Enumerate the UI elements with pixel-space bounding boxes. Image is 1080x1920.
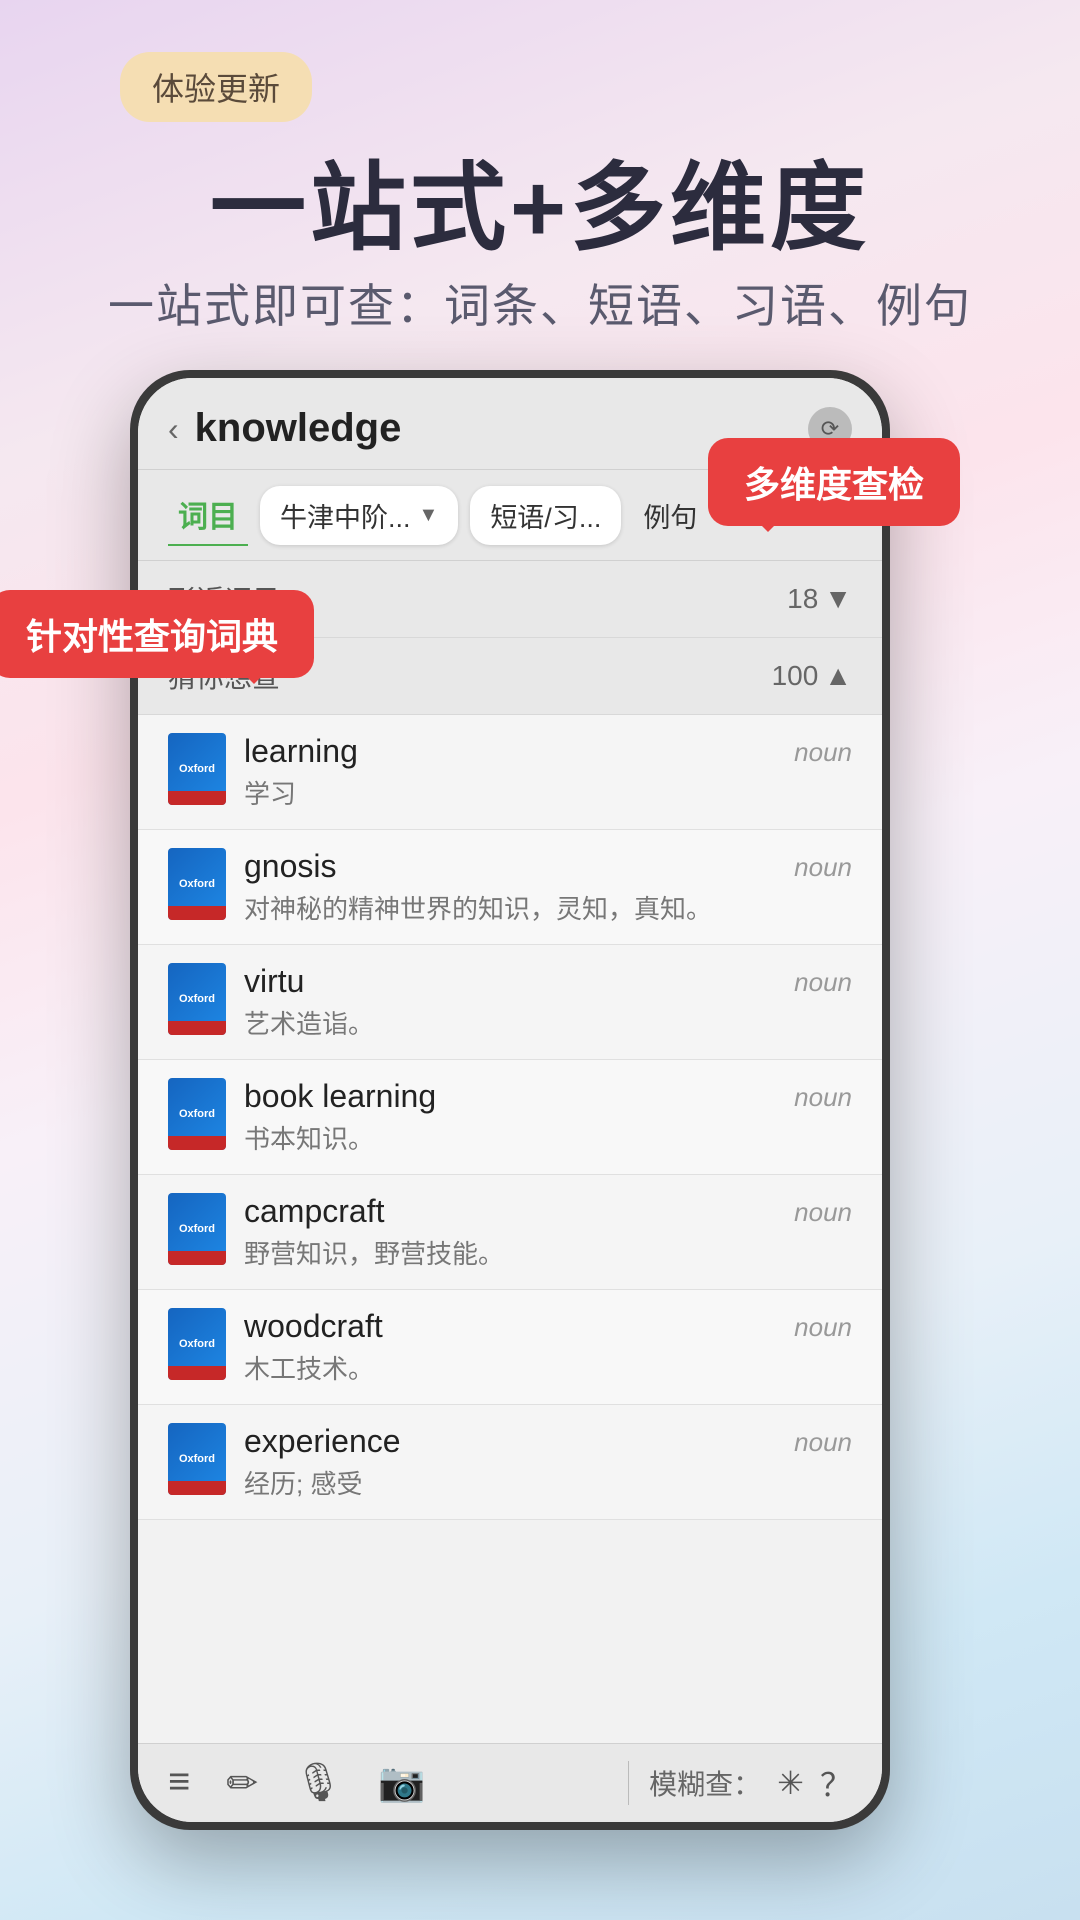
dict-icon-text-campcraft: Oxford	[179, 1223, 215, 1235]
dict-icon-text-virtu: Oxford	[179, 993, 215, 1005]
dict-icon-text-experience: Oxford	[179, 1453, 215, 1465]
word-item-experience[interactable]: Oxford experience 经历; 感受 noun	[138, 1405, 882, 1520]
word-name-learning: learning	[244, 733, 852, 770]
word-name-virtu: virtu	[244, 963, 852, 1000]
dict-icon-gnosis: Oxford	[168, 848, 226, 920]
word-zh-gnosis: 对神秘的精神世界的知识，灵知，真知。	[244, 889, 852, 926]
dict-icon-campcraft: Oxford	[168, 1193, 226, 1265]
dict-icon-woodcraft: Oxford	[168, 1308, 226, 1380]
toolbar-right: 模糊查： ✳ ？	[649, 1760, 852, 1806]
search-word-text: knowledge	[195, 406, 792, 451]
word-info-virtu: virtu 艺术造诣。	[244, 963, 852, 1041]
word-item-campcraft[interactable]: Oxford campcraft 野营知识，野营技能。 noun	[138, 1175, 882, 1290]
dict-icon-book-learning: Oxford	[168, 1078, 226, 1150]
guess-count[interactable]: 100 ▲	[772, 660, 852, 692]
dict-icon-text: Oxford	[179, 763, 215, 775]
toolbar-icons-left: ≡ ✏ 🎙 📷	[168, 1761, 608, 1806]
phone-frame: ‹ knowledge ⟳ 词目 牛津中阶... ▼ 短语/习... 例句	[130, 370, 890, 1830]
word-list: Oxford learning 学习 noun Oxford	[138, 715, 882, 1743]
dict-icon-text-woodcraft: Oxford	[179, 1338, 215, 1350]
dict-icon-learning: Oxford	[168, 733, 226, 805]
asterisk-icon[interactable]: ✳	[777, 1764, 804, 1802]
word-pos-gnosis: noun	[794, 852, 852, 883]
back-arrow-icon[interactable]: ‹	[168, 413, 179, 445]
question-icon[interactable]: ？	[820, 1760, 852, 1806]
tab-dictionary-dropdown[interactable]: 牛津中阶... ▼	[260, 486, 458, 545]
word-item-virtu[interactable]: Oxford virtu 艺术造诣。 noun	[138, 945, 882, 1060]
main-headline: 一站式+多维度	[0, 130, 1080, 269]
word-pos-experience: noun	[794, 1427, 852, 1458]
dict-icon-virtu: Oxford	[168, 963, 226, 1035]
phone-container: 多维度查检 针对性查询词典 ‹ knowledge ⟳ 词目 牛津中阶...	[130, 370, 950, 1850]
camera-icon[interactable]: 📷	[378, 1761, 425, 1806]
tab-phrases[interactable]: 短语/习...	[470, 486, 621, 545]
word-pos-book-learning: noun	[794, 1082, 852, 1113]
edit-icon[interactable]: ✏	[226, 1761, 258, 1806]
sub-headline: 一站式即可查：词条、短语、习语、例句	[0, 270, 1080, 336]
word-pos-woodcraft: noun	[794, 1312, 852, 1343]
word-pos-learning: noun	[794, 737, 852, 768]
chevron-up-guess-icon: ▲	[824, 660, 852, 692]
word-info-learning: learning 学习	[244, 733, 852, 811]
word-pos-campcraft: noun	[794, 1197, 852, 1228]
mic-icon[interactable]: 🎙	[294, 1761, 342, 1806]
word-zh-learning: 学习	[244, 774, 852, 811]
dict-icon-text-book-learning: Oxford	[179, 1108, 215, 1120]
word-zh-book-learning: 书本知识。	[244, 1119, 852, 1156]
chevron-down-related-icon: ▼	[824, 583, 852, 615]
word-info-experience: experience 经历; 感受	[244, 1423, 852, 1501]
dict-icon-experience: Oxford	[168, 1423, 226, 1495]
tab-examples[interactable]: 例句	[633, 486, 707, 545]
tooltip-query: 针对性查询词典	[0, 590, 314, 678]
bottom-toolbar: ≡ ✏ 🎙 📷 模糊查： ✳ ？	[138, 1743, 882, 1822]
word-info-book-learning: book learning 书本知识。	[244, 1078, 852, 1156]
word-zh-experience: 经历; 感受	[244, 1464, 852, 1501]
tooltip-multidim: 多维度查检	[708, 438, 960, 526]
word-name-campcraft: campcraft	[244, 1193, 852, 1230]
word-zh-woodcraft: 木工技术。	[244, 1349, 852, 1386]
word-zh-virtu: 艺术造诣。	[244, 1004, 852, 1041]
word-item-book-learning[interactable]: Oxford book learning 书本知识。 noun	[138, 1060, 882, 1175]
related-count[interactable]: 18 ▼	[787, 583, 852, 615]
word-name-woodcraft: woodcraft	[244, 1308, 852, 1345]
toolbar-divider	[628, 1761, 629, 1805]
menu-icon[interactable]: ≡	[168, 1761, 190, 1806]
tab-cimuu[interactable]: 词目	[168, 484, 248, 546]
word-item-gnosis[interactable]: Oxford gnosis 对神秘的精神世界的知识，灵知，真知。 noun	[138, 830, 882, 945]
tab-dropdown-label: 牛津中阶...	[280, 496, 411, 535]
word-zh-campcraft: 野营知识，野营技能。	[244, 1234, 852, 1271]
top-badge: 体验更新	[120, 52, 312, 122]
word-pos-virtu: noun	[794, 967, 852, 998]
word-name-book-learning: book learning	[244, 1078, 852, 1115]
dict-icon-text-gnosis: Oxford	[179, 878, 215, 890]
word-info-gnosis: gnosis 对神秘的精神世界的知识，灵知，真知。	[244, 848, 852, 926]
word-info-woodcraft: woodcraft 木工技术。	[244, 1308, 852, 1386]
fuzzy-label: 模糊查：	[649, 1763, 761, 1803]
word-name-experience: experience	[244, 1423, 852, 1460]
word-item-woodcraft[interactable]: Oxford woodcraft 木工技术。 noun	[138, 1290, 882, 1405]
word-item-learning[interactable]: Oxford learning 学习 noun	[138, 715, 882, 830]
chevron-down-icon: ▼	[419, 504, 439, 527]
word-name-gnosis: gnosis	[244, 848, 852, 885]
word-info-campcraft: campcraft 野营知识，野营技能。	[244, 1193, 852, 1271]
